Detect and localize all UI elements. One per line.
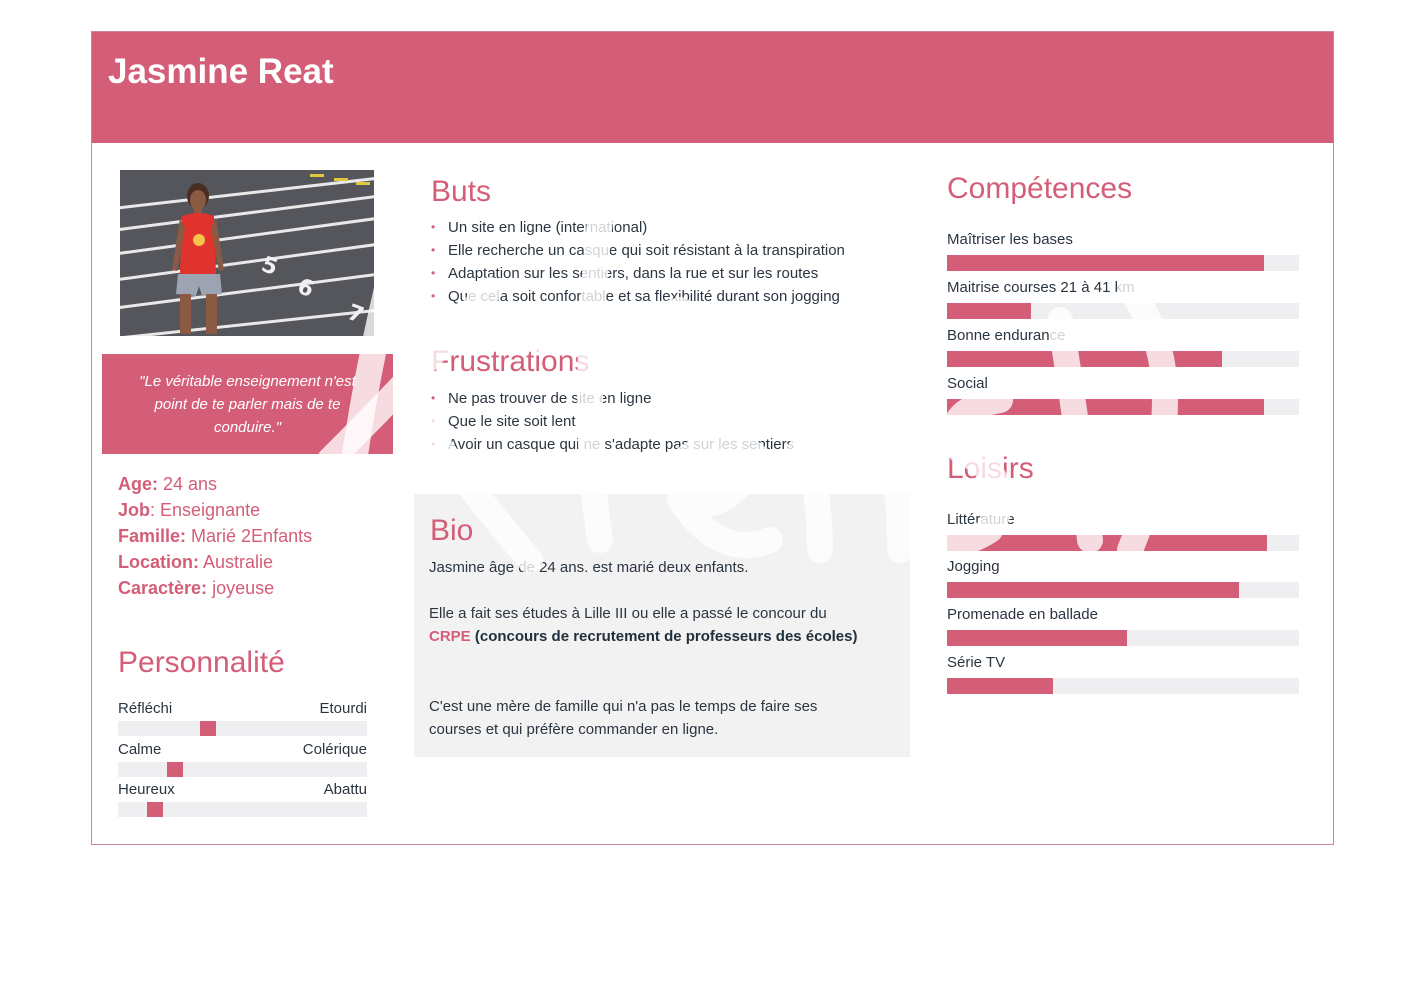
hobby-item: Jogging bbox=[947, 558, 1299, 598]
trait-right-label: Etourdi bbox=[319, 700, 367, 717]
persona-photo: 5 6 7 bbox=[120, 170, 374, 336]
personality-trait: Calme Colérique bbox=[118, 741, 367, 777]
info-family: Famille: Marié 2Enfants bbox=[118, 526, 313, 546]
list-item: Que cela soit confortable et sa flexibil… bbox=[431, 285, 845, 308]
list-item: Un site en ligne (international) bbox=[431, 216, 845, 239]
hobby-bar bbox=[947, 582, 1299, 598]
info-age: Age: 24 ans bbox=[118, 474, 218, 494]
hobby-item: Série TV bbox=[947, 654, 1299, 694]
bio-paragraph-2: Elle a fait ses études à Lille III ou el… bbox=[429, 605, 858, 645]
list-item: Que le site soit lent bbox=[431, 410, 794, 433]
hobby-label: Jogging bbox=[947, 558, 1000, 575]
persona-info: Age: 24 ans Job: Enseignante Famille: Ma… bbox=[118, 471, 312, 601]
list-item: Avoir un casque qui ne s'adapte pas sur … bbox=[431, 433, 794, 456]
trait-left-label: Heureux bbox=[118, 781, 175, 798]
trait-slider bbox=[118, 802, 367, 817]
skill-bar-fill bbox=[947, 399, 1264, 415]
skill-item: Maitrise courses 21 à 41 km bbox=[947, 279, 1299, 319]
skill-label: Maitrise courses 21 à 41 km bbox=[947, 279, 1135, 296]
trait-knob bbox=[147, 802, 163, 817]
hobby-bar-fill bbox=[947, 535, 1268, 551]
skill-label: Social bbox=[947, 375, 988, 392]
skill-bar bbox=[947, 351, 1299, 367]
trait-slider bbox=[118, 721, 367, 736]
list-item: Elle recherche un casque qui soit résist… bbox=[431, 239, 845, 262]
info-location: Location: Australie bbox=[118, 552, 274, 572]
skill-bar bbox=[947, 303, 1299, 319]
persona-header: Jasmine Reat bbox=[92, 32, 1333, 143]
hobby-bar bbox=[947, 678, 1299, 694]
trait-right-label: Colérique bbox=[302, 741, 367, 758]
skill-bar bbox=[947, 255, 1299, 271]
personality-trait: Heureux Abattu bbox=[118, 781, 367, 817]
bio-panel: Bio Jasmine âge de 24 ans. est marié deu… bbox=[414, 494, 910, 757]
trait-knob bbox=[200, 721, 216, 736]
persona-card: Jasmine Reat 5 6 7 "Le véritable enseign… bbox=[91, 31, 1334, 845]
skill-label: Maîtriser les bases bbox=[947, 231, 1073, 248]
info-job: Job: Enseignante bbox=[118, 500, 261, 520]
frustrations-title: Frustrations bbox=[431, 345, 590, 378]
skill-bar-fill bbox=[947, 351, 1222, 367]
skill-label: Bonne endurance bbox=[947, 327, 1066, 344]
skill-item: Bonne endurance bbox=[947, 327, 1299, 367]
skills-title: Compétences bbox=[947, 172, 1133, 205]
hobby-bar bbox=[947, 535, 1299, 551]
goals-list: Un site en ligne (international) Elle re… bbox=[431, 216, 845, 308]
personality-title: Personnalité bbox=[118, 646, 285, 679]
skill-bar bbox=[947, 399, 1299, 415]
hobby-bar-fill bbox=[947, 630, 1127, 646]
trait-slider bbox=[118, 762, 367, 777]
trait-right-label: Abattu bbox=[323, 781, 367, 798]
hobby-bar-fill bbox=[947, 582, 1240, 598]
trait-knob bbox=[167, 762, 183, 777]
goals-title: Buts bbox=[431, 175, 492, 208]
info-character: Caractère: joyeuse bbox=[118, 578, 275, 598]
bio-highlight: CRPE bbox=[429, 628, 471, 645]
hobby-bar-fill bbox=[947, 678, 1053, 694]
bio-paragraph-1: Jasmine âge de 24 ans. est marié deux en… bbox=[429, 559, 749, 576]
personality-trait: Réfléchi Etourdi bbox=[118, 700, 367, 736]
persona-name: Jasmine Reat bbox=[108, 52, 334, 91]
trait-left-label: Réfléchi bbox=[118, 700, 173, 717]
frustrations-list: Ne pas trouver de site en ligne Que le s… bbox=[431, 387, 794, 456]
bio-paragraph-3: C'est une mère de famille qui n'a pas le… bbox=[429, 698, 818, 738]
skill-bar-fill bbox=[947, 255, 1264, 271]
skill-item: Maîtriser les bases bbox=[947, 231, 1299, 271]
hobby-label: Série TV bbox=[947, 654, 1006, 671]
bio-strong-text: (concours de recrutement de professeurs … bbox=[470, 628, 858, 645]
list-item: Ne pas trouver de site en ligne bbox=[431, 387, 794, 410]
skill-bar-fill bbox=[947, 303, 1032, 319]
hobby-bar bbox=[947, 630, 1299, 646]
athlete-photo-image: 5 6 7 bbox=[120, 170, 374, 336]
hobby-item: Promenade en ballade bbox=[947, 606, 1299, 646]
bio-title: Bio bbox=[430, 514, 474, 547]
persona-quote: "Le véritable enseignement n'est point d… bbox=[102, 354, 393, 454]
hobby-label: Promenade en ballade bbox=[947, 606, 1098, 623]
hobbies-title: Loisirs bbox=[947, 452, 1034, 485]
skill-item: Social bbox=[947, 375, 1299, 415]
trait-left-label: Calme bbox=[118, 741, 162, 758]
hobby-label: Littérature bbox=[947, 511, 1015, 528]
list-item: Adaptation sur les sentiers, dans la rue… bbox=[431, 262, 845, 285]
hobby-item: Littérature bbox=[947, 511, 1299, 551]
